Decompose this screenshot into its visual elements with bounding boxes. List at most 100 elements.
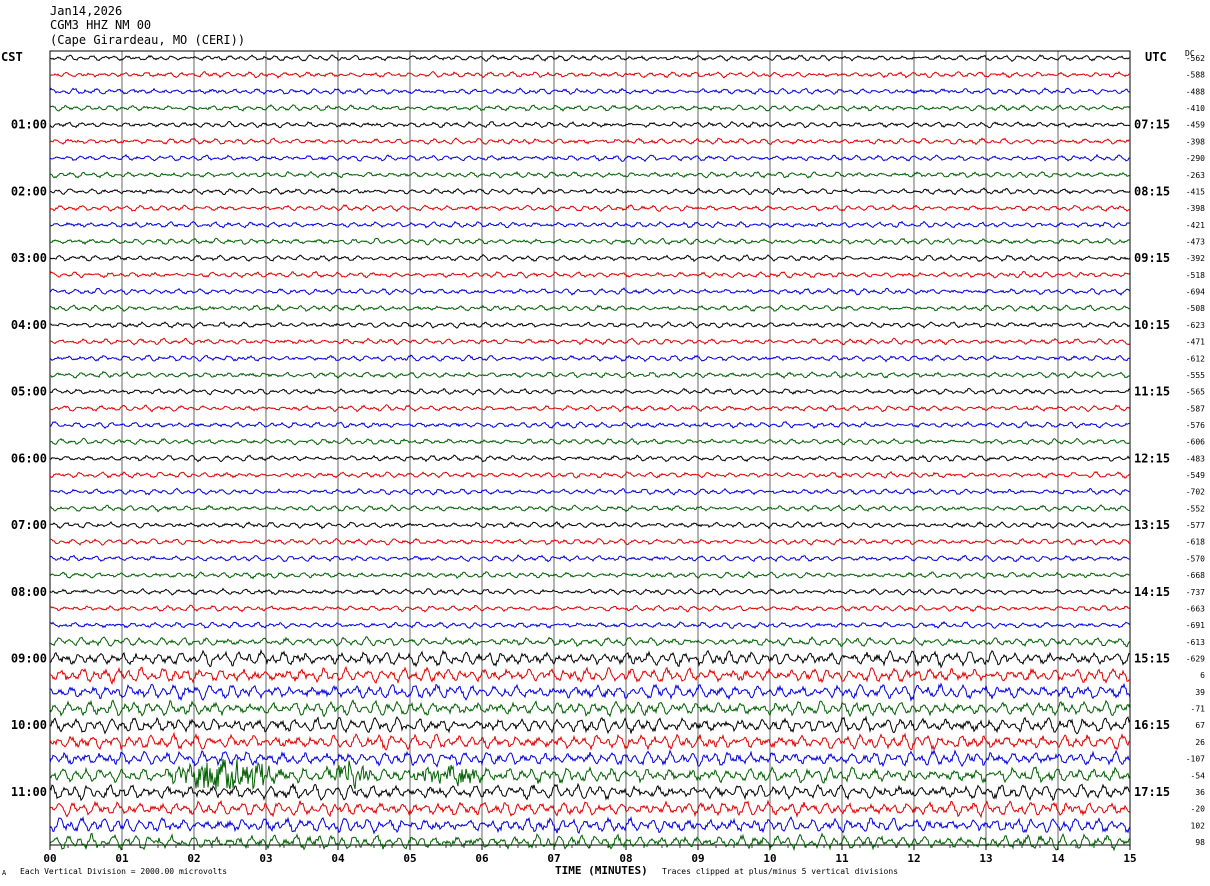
dc-offset-label: -623 bbox=[1186, 321, 1205, 330]
dc-offset-label: -702 bbox=[1186, 488, 1205, 497]
x-axis-label: TIME (MINUTES) bbox=[555, 864, 648, 877]
dc-offset-label: 39 bbox=[1195, 688, 1205, 697]
dc-offset-label: 26 bbox=[1195, 738, 1205, 747]
dc-offset-label: -71 bbox=[1191, 705, 1206, 714]
dc-offset-label: -588 bbox=[1186, 71, 1205, 80]
seismic-trace bbox=[49, 404, 1131, 413]
dc-offset-label: 36 bbox=[1195, 788, 1205, 797]
seismic-trace bbox=[49, 648, 1131, 669]
x-tick-label: 10 bbox=[763, 852, 776, 865]
seismic-trace bbox=[49, 120, 1131, 129]
x-tick-label: 14 bbox=[1051, 852, 1065, 865]
x-tick-label: 11 bbox=[835, 852, 849, 865]
dc-offset-label: -565 bbox=[1186, 388, 1205, 397]
seismic-trace bbox=[49, 437, 1131, 446]
dc-offset-label: -459 bbox=[1186, 121, 1205, 130]
dc-offset-label: -488 bbox=[1186, 87, 1205, 96]
seismic-trace bbox=[49, 354, 1131, 363]
seismic-trace bbox=[49, 54, 1131, 62]
seismic-trace bbox=[49, 170, 1131, 179]
seismic-trace bbox=[49, 270, 1131, 279]
dc-offset-label: -694 bbox=[1186, 288, 1205, 297]
seismic-trace bbox=[49, 204, 1131, 213]
seismic-trace bbox=[49, 799, 1131, 819]
seismic-trace bbox=[49, 682, 1131, 703]
left-hour-label: 04:00 bbox=[11, 318, 47, 332]
seismic-trace bbox=[49, 87, 1131, 96]
dc-offset-label: -562 bbox=[1186, 54, 1205, 63]
x-tick-label: 03 bbox=[259, 852, 272, 865]
seismic-trace bbox=[49, 699, 1131, 718]
seismic-trace bbox=[49, 387, 1131, 396]
x-tick-label: 06 bbox=[475, 852, 489, 865]
seismic-trace bbox=[49, 570, 1131, 580]
dc-offset-label: 6 bbox=[1200, 671, 1205, 680]
x-tick-label: 09 bbox=[691, 852, 704, 865]
seismic-trace bbox=[49, 815, 1131, 835]
dc-offset-label: -398 bbox=[1186, 204, 1205, 213]
right-hour-label: 08:15 bbox=[1134, 184, 1170, 198]
seismic-trace bbox=[49, 604, 1131, 613]
x-tick-label: 15 bbox=[1123, 852, 1136, 865]
seismic-trace bbox=[49, 253, 1131, 263]
dc-offset-label: 67 bbox=[1195, 721, 1205, 730]
right-hour-label: 17:15 bbox=[1134, 785, 1170, 799]
seismic-trace bbox=[49, 420, 1131, 429]
dc-offset-label: -629 bbox=[1186, 655, 1205, 664]
dc-offset-label: -415 bbox=[1186, 187, 1205, 196]
dc-offset-label: -392 bbox=[1186, 254, 1205, 263]
dc-offset-label: -613 bbox=[1186, 638, 1205, 647]
dc-offset-label: -263 bbox=[1186, 171, 1205, 180]
dc-offset-label: -54 bbox=[1191, 771, 1206, 780]
dc-offset-label: -577 bbox=[1186, 521, 1205, 530]
left-hour-label: 05:00 bbox=[11, 385, 47, 399]
right-hour-label: 12:15 bbox=[1134, 451, 1170, 465]
dc-offset-label: -552 bbox=[1186, 504, 1205, 513]
left-hour-label: 10:00 bbox=[11, 718, 47, 732]
dc-offset-label: -508 bbox=[1186, 304, 1205, 313]
dc-offset-label: -549 bbox=[1186, 471, 1205, 480]
x-tick-label: 01 bbox=[115, 852, 129, 865]
x-tick-label: 12 bbox=[907, 852, 920, 865]
dc-offset-label: -518 bbox=[1186, 271, 1205, 280]
seismic-trace bbox=[49, 153, 1131, 163]
left-hour-label: 02:00 bbox=[11, 184, 47, 198]
seismic-trace bbox=[49, 537, 1131, 546]
dc-offset-label: -612 bbox=[1186, 354, 1205, 363]
seismic-trace bbox=[50, 454, 1131, 463]
left-hour-label: 06:00 bbox=[11, 451, 47, 465]
left-hour-label: 01:00 bbox=[11, 118, 47, 132]
dc-offset-label: -570 bbox=[1186, 554, 1205, 563]
seismic-trace bbox=[49, 337, 1131, 346]
right-hour-label: 14:15 bbox=[1134, 585, 1170, 599]
x-tick-label: 04 bbox=[331, 852, 345, 865]
right-hour-label: 10:15 bbox=[1134, 318, 1170, 332]
seismic-trace bbox=[49, 504, 1131, 513]
seismic-trace bbox=[49, 782, 1131, 802]
left-hour-label: 07:00 bbox=[11, 518, 47, 532]
seismic-trace bbox=[49, 620, 1131, 630]
x-tick-label: 13 bbox=[979, 852, 992, 865]
dc-offset-label: -576 bbox=[1186, 421, 1205, 430]
seismic-trace bbox=[49, 587, 1131, 596]
left-hour-label: 09:00 bbox=[11, 652, 47, 666]
left-hour-label: 03:00 bbox=[11, 251, 47, 265]
right-hour-label: 09:15 bbox=[1134, 251, 1170, 265]
dc-offset-label: -663 bbox=[1186, 604, 1205, 613]
corner-mark: A bbox=[2, 869, 7, 877]
seismic-trace bbox=[49, 104, 1131, 112]
seismic-trace bbox=[49, 554, 1131, 563]
seismic-trace bbox=[49, 665, 1131, 686]
seismic-trace bbox=[49, 70, 1131, 79]
right-hour-label: 11:15 bbox=[1134, 385, 1170, 399]
seismic-trace bbox=[49, 187, 1131, 196]
seismic-trace bbox=[49, 635, 1131, 648]
seismic-trace bbox=[49, 715, 1131, 735]
x-tick-label: 05 bbox=[403, 852, 416, 865]
seismic-trace bbox=[49, 237, 1131, 246]
dc-offset-label: -555 bbox=[1186, 371, 1205, 380]
right-hour-label: 15:15 bbox=[1134, 652, 1170, 666]
dc-offset-label: -421 bbox=[1186, 221, 1205, 230]
seismic-trace bbox=[49, 471, 1131, 479]
dc-offset-label: -471 bbox=[1186, 338, 1205, 347]
